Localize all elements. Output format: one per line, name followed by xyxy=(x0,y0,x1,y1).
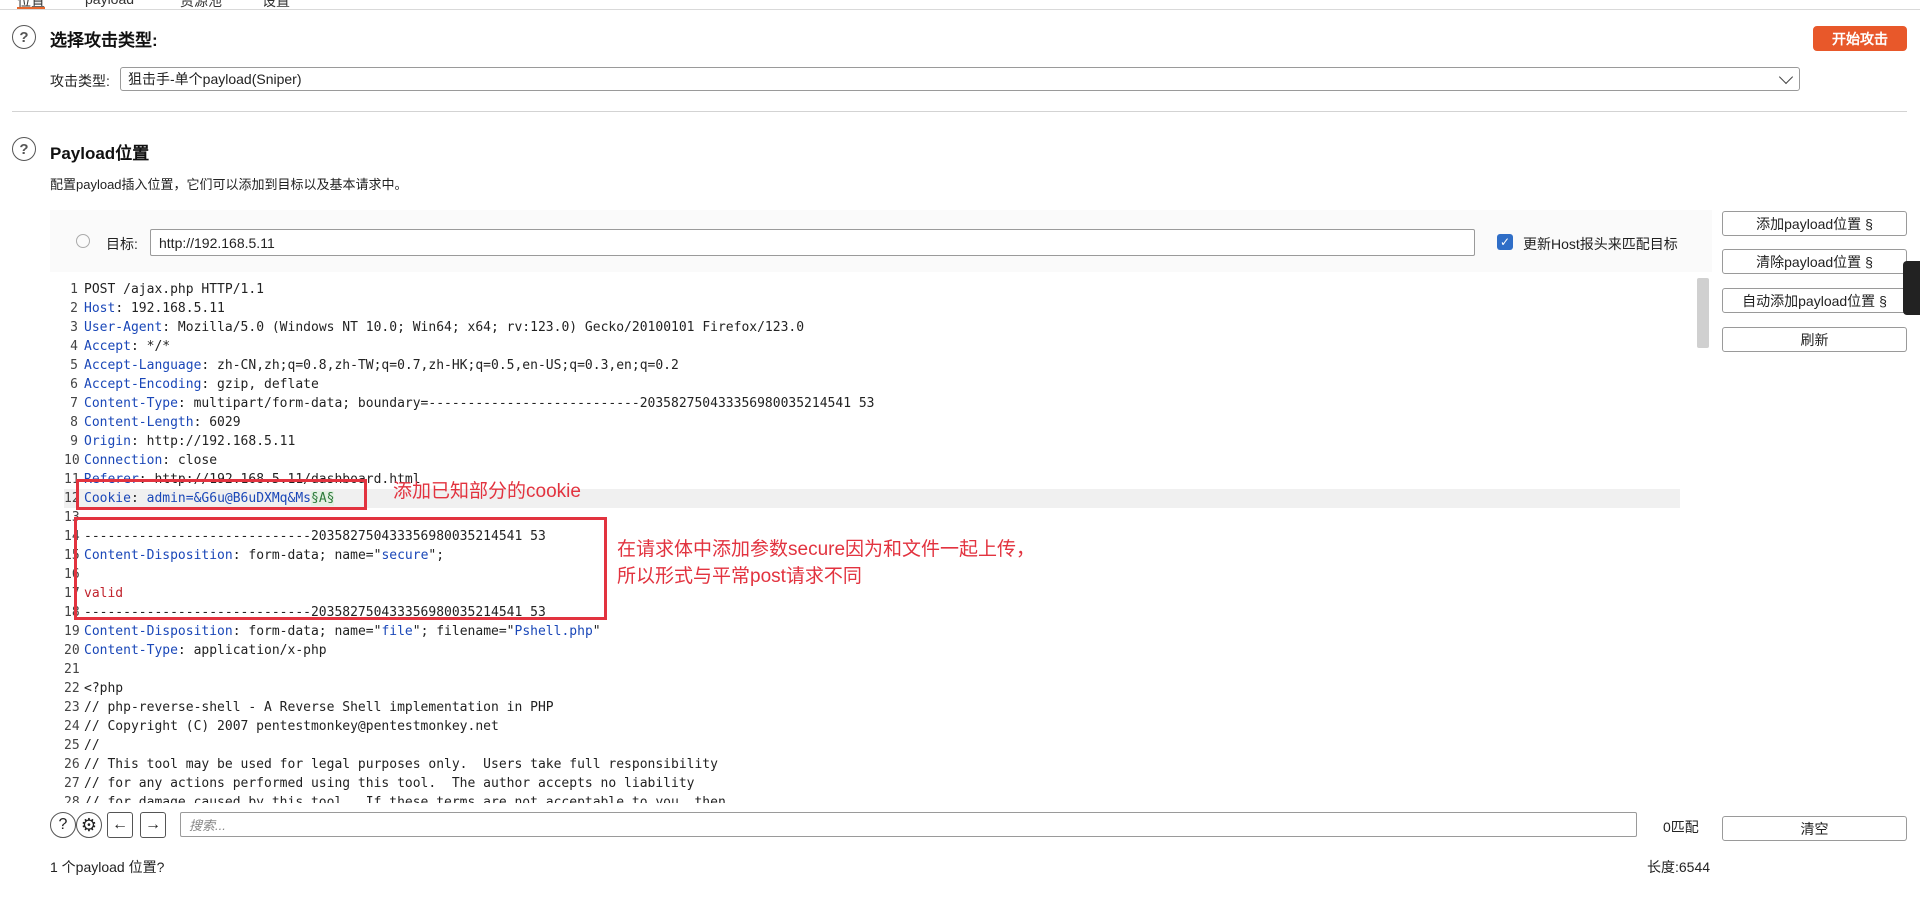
tab-settings[interactable]: 设置 xyxy=(262,0,290,9)
code-line: 28// for damage caused by this tool. If … xyxy=(64,795,726,803)
code-line: 21 xyxy=(64,662,80,677)
attack-type-label: 攻击类型: xyxy=(50,73,110,89)
code-line: 6 Accept-Encoding: gzip, deflate xyxy=(70,377,319,392)
update-host-checkbox[interactable]: ✓ xyxy=(1497,234,1513,250)
search-input[interactable]: 搜索... xyxy=(180,812,1637,837)
tab-payload[interactable]: payload xyxy=(85,0,134,7)
match-count: 0匹配 xyxy=(1663,819,1699,835)
target-icon xyxy=(76,234,90,248)
refresh-button[interactable]: 刷新 xyxy=(1722,327,1907,352)
code-line: 25// xyxy=(64,738,100,753)
cookie-annotation-box xyxy=(76,479,367,510)
target-input[interactable]: http://192.168.5.11 xyxy=(150,229,1475,256)
payload-positions-count: 1 个payload 位置? xyxy=(50,859,165,875)
editor-scrollbar[interactable] xyxy=(1697,278,1709,348)
clear-search-button[interactable]: 清空 xyxy=(1722,816,1907,841)
body-annotation-box xyxy=(74,517,607,620)
code-line: 22 <?php xyxy=(64,681,124,696)
arrow-right-icon[interactable]: → xyxy=(140,812,166,838)
code-line: 3 User-Agent: Mozilla/5.0 (Windows NT 10.… xyxy=(70,320,805,335)
code-line: 26// This tool may be used for legal pur… xyxy=(64,757,718,772)
code-line: 27// for any actions performed using thi… xyxy=(64,776,695,791)
attack-type-value: 狙击手-单个payload(Sniper) xyxy=(128,71,302,87)
cookie-annotation-text: 添加已知部分的cookie xyxy=(393,481,581,502)
body-annotation-text-2: 所以形式与平常post请求不同 xyxy=(617,566,862,587)
code-line: 8 Content-Length: 6029 xyxy=(70,415,241,430)
code-line: 1 POST /ajax.php HTTP/1.1 xyxy=(70,282,265,297)
tab-resource-pool[interactable]: 资源池 xyxy=(180,0,222,9)
attack-type-select[interactable]: 狙击手-单个payload(Sniper) xyxy=(120,67,1800,91)
add-payload-position-button[interactable]: 添加payload位置 § xyxy=(1722,211,1907,236)
code-line: 24// Copyright (C) 2007 pentestmonkey@pe… xyxy=(64,719,499,734)
code-line: 5 Accept-Language: zh-CN,zh;q=0.8,zh-TW;q… xyxy=(70,358,679,373)
code-line: 20 Content-Type: application/x-php xyxy=(64,643,327,658)
tab-positions[interactable]: 位置 xyxy=(17,0,45,9)
auto-add-payload-positions-button[interactable]: 自动添加payload位置 § xyxy=(1722,288,1907,313)
code-line: 4 Accept: */* xyxy=(70,339,171,354)
clear-payload-positions-button[interactable]: 清除payload位置 § xyxy=(1722,249,1907,274)
help-icon[interactable]: ? xyxy=(50,812,76,838)
payload-positions-title: Payload位置 xyxy=(50,144,150,163)
tab-strip: 位置 payload 资源池 设置 xyxy=(0,0,1920,10)
code-line: 2 Host: 192.168.5.11 xyxy=(70,301,225,316)
section-divider xyxy=(12,111,1907,112)
attack-type-title: 选择攻击类型: xyxy=(50,31,158,50)
body-annotation-text-1: 在请求体中添加参数secure因为和文件一起上传， xyxy=(617,539,1036,560)
start-attack-button[interactable]: 开始攻击 xyxy=(1813,26,1907,51)
help-icon[interactable]: ? xyxy=(12,137,36,161)
side-panel-handle[interactable] xyxy=(1903,261,1920,315)
code-line: 7 Content-Type: multipart/form-data; boun… xyxy=(70,396,875,411)
update-host-label: 更新Host报头来匹配目标 xyxy=(1523,236,1678,252)
code-line: 9 Origin: http://192.168.5.11 xyxy=(70,434,296,449)
arrow-left-icon[interactable]: ← xyxy=(107,812,133,838)
code-line: 23// php-reverse-shell - A Reverse Shell… xyxy=(64,700,554,715)
target-value: http://192.168.5.11 xyxy=(159,234,275,251)
chevron-down-icon xyxy=(1778,69,1794,85)
payload-positions-description: 配置payload插入位置，它们可以添加到目标以及基本请求中。 xyxy=(50,177,408,192)
request-length: 长度:6544 xyxy=(1647,859,1711,875)
target-label: 目标: xyxy=(106,236,138,252)
code-line: 19 Content-Disposition: form-data; name="… xyxy=(64,624,601,639)
help-icon[interactable]: ? xyxy=(12,25,36,49)
gear-icon[interactable]: ⚙ xyxy=(76,812,102,838)
code-line: 10 Connection: close xyxy=(64,453,218,468)
